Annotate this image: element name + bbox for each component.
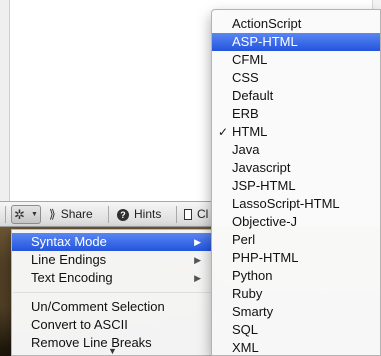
share-label: Share bbox=[60, 207, 93, 221]
hints-button[interactable]: ? Hints bbox=[113, 205, 165, 224]
syntax-option-css[interactable]: CSS bbox=[212, 69, 380, 87]
share-icon: ⟫ bbox=[49, 207, 56, 221]
syntax-option-label: CFML bbox=[232, 52, 268, 67]
menu-item-text-encoding[interactable]: Text Encoding ▶ bbox=[12, 269, 211, 287]
syntax-option-label: ERB bbox=[232, 106, 259, 121]
syntax-option-perl[interactable]: Perl bbox=[212, 231, 380, 249]
syntax-option-label: ASP-HTML bbox=[232, 34, 298, 49]
syntax-option-java[interactable]: Java bbox=[212, 141, 380, 159]
menu-scroll-down-icon[interactable]: ▼ bbox=[108, 346, 117, 355]
syntax-option-label: Perl bbox=[232, 232, 256, 247]
syntax-option-label: Smarty bbox=[232, 304, 274, 319]
dropdown-chevron-icon: ▼ bbox=[30, 211, 38, 218]
syntax-option-label: Default bbox=[232, 88, 274, 103]
syntax-option-label: JSP-HTML bbox=[232, 178, 296, 193]
submenu-arrow-icon: ▶ bbox=[194, 273, 201, 283]
syntax-option-default[interactable]: Default bbox=[212, 87, 380, 105]
submenu-arrow-icon: ▶ bbox=[194, 237, 201, 247]
syntax-option-php-html[interactable]: PHP-HTML bbox=[212, 249, 380, 267]
menu-item-label: Text Encoding bbox=[31, 270, 113, 285]
menu-item-label: Remove Line Breaks bbox=[31, 335, 152, 350]
syntax-option-python[interactable]: Python bbox=[212, 267, 380, 285]
clipped-label: Cl bbox=[197, 207, 209, 221]
syntax-option-label: ActionScript bbox=[232, 16, 302, 31]
syntax-option-cfml[interactable]: CFML bbox=[212, 51, 380, 69]
gear-context-menu: Syntax Mode ▶ Line Endings ▶ Text Encodi… bbox=[11, 229, 212, 356]
syntax-option-asp-html[interactable]: ASP-HTML bbox=[212, 33, 380, 51]
gear-icon: ✲ bbox=[14, 207, 25, 222]
syntax-option-erb[interactable]: ERB bbox=[212, 105, 380, 123]
menu-item-uncomment-selection[interactable]: Un/Comment Selection bbox=[12, 298, 211, 316]
syntax-option-objective-j[interactable]: Objective-J bbox=[212, 213, 380, 231]
menu-item-label: Line Endings bbox=[31, 252, 107, 267]
gear-menu-button[interactable]: ✲ ▼ bbox=[11, 205, 41, 224]
menu-item-syntax-mode[interactable]: Syntax Mode ▶ bbox=[12, 233, 211, 251]
syntax-option-label: PHP-HTML bbox=[232, 250, 299, 265]
syntax-mode-submenu: ActionScript ASP-HTML CFML CSS Default E… bbox=[211, 9, 381, 356]
toolbar-divider bbox=[108, 206, 109, 223]
syntax-option-ruby[interactable]: Ruby bbox=[212, 285, 380, 303]
question-icon: ? bbox=[117, 208, 129, 221]
menu-item-label: Un/Comment Selection bbox=[31, 299, 165, 314]
syntax-option-label: Javascript bbox=[232, 160, 291, 175]
syntax-option-javascript[interactable]: Javascript bbox=[212, 159, 380, 177]
hints-label: Hints bbox=[134, 207, 162, 221]
checkmark-icon: ✓ bbox=[218, 125, 229, 139]
menu-separator bbox=[13, 292, 210, 293]
syntax-option-label: Objective-J bbox=[232, 214, 298, 229]
submenu-arrow-icon: ▶ bbox=[194, 255, 201, 265]
syntax-option-label: CSS bbox=[232, 70, 259, 85]
syntax-option-sql[interactable]: SQL bbox=[212, 321, 380, 339]
menu-item-label: Convert to ASCII bbox=[31, 317, 128, 332]
syntax-option-actionscript[interactable]: ActionScript bbox=[212, 15, 380, 33]
syntax-option-label: Ruby bbox=[232, 286, 263, 301]
syntax-option-label: SQL bbox=[232, 322, 259, 337]
menu-item-line-endings[interactable]: Line Endings ▶ bbox=[12, 251, 211, 269]
syntax-option-smarty[interactable]: Smarty bbox=[212, 303, 380, 321]
syntax-option-xml[interactable]: XML bbox=[212, 339, 380, 355]
document-icon bbox=[184, 209, 192, 220]
toolbar-divider bbox=[176, 206, 177, 223]
syntax-option-html[interactable]: ✓ HTML bbox=[212, 123, 380, 141]
left-gutter bbox=[0, 0, 10, 201]
syntax-option-label: Python bbox=[232, 268, 273, 283]
clipped-toolbar-button[interactable]: Cl bbox=[180, 205, 212, 224]
syntax-option-label: LassoScript-HTML bbox=[232, 196, 340, 211]
syntax-option-jsp-html[interactable]: JSP-HTML bbox=[212, 177, 380, 195]
share-button[interactable]: ⟫ Share bbox=[45, 205, 97, 224]
menu-item-convert-to-ascii[interactable]: Convert to ASCII bbox=[12, 316, 211, 334]
toolbar-divider bbox=[5, 206, 6, 223]
menu-item-label: Syntax Mode bbox=[31, 234, 107, 249]
syntax-option-label: XML bbox=[232, 340, 259, 355]
syntax-option-label: Java bbox=[232, 142, 260, 157]
syntax-option-label: HTML bbox=[232, 124, 268, 139]
syntax-option-lassoscript-html[interactable]: LassoScript-HTML bbox=[212, 195, 380, 213]
